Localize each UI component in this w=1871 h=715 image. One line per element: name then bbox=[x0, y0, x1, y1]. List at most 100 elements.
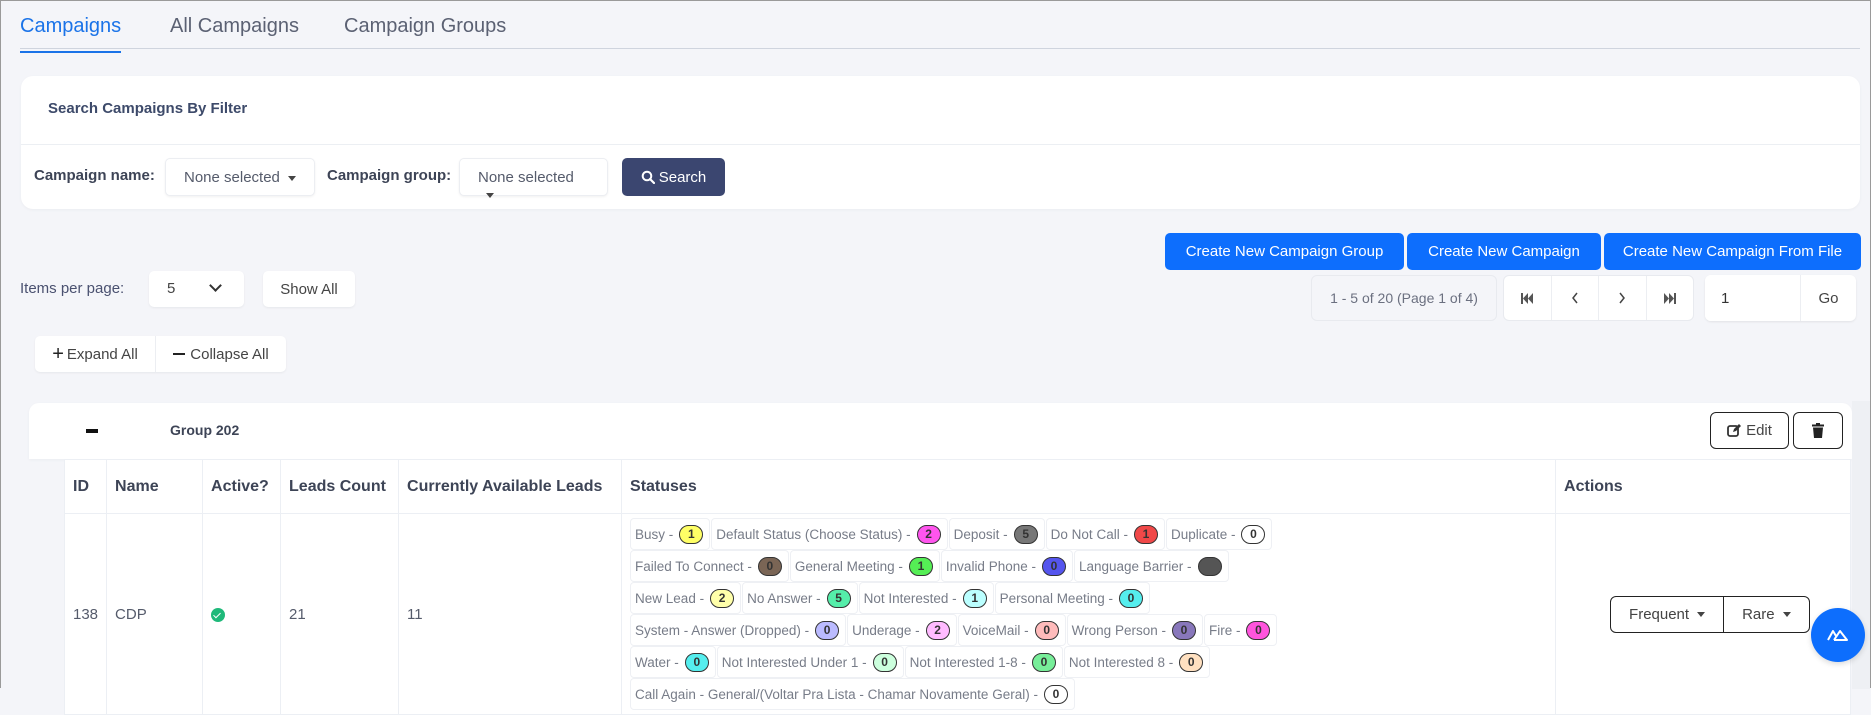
edit-group-button[interactable]: Edit bbox=[1710, 412, 1789, 449]
status-count-badge: 0 bbox=[684, 652, 709, 672]
status-count-badge: 0 bbox=[1031, 652, 1056, 672]
status-count-badge: 1 bbox=[679, 524, 704, 544]
status-label: Fire - bbox=[1208, 622, 1241, 638]
status-chip: Default Status (Choose Status) - 2 bbox=[711, 518, 948, 550]
table-row: 138 CDP 2 1 1 1 Busy - 1 Default Status (Cho… bbox=[63, 513, 1851, 715]
status-chip: Fire - 0 bbox=[1203, 614, 1278, 646]
chevron-down-icon bbox=[209, 279, 222, 292]
cell-statuses: Busy - 1 Default Status (Choose Status) - 2… bbox=[621, 513, 1557, 715]
campaign-name-dropdown[interactable]: None selected bbox=[165, 158, 315, 196]
plus-icon: + bbox=[52, 342, 64, 365]
status-chip: Do Not Call - 1 bbox=[1045, 518, 1165, 550]
status-label: Wrong Person - bbox=[1071, 622, 1166, 638]
frequent-label: Frequent bbox=[1629, 605, 1690, 623]
status-label: Not Interested - bbox=[863, 590, 957, 606]
campaign-group-dropdown[interactable]: None selected bbox=[459, 158, 608, 198]
assistant-icon bbox=[1827, 630, 1848, 641]
caret-down-icon bbox=[486, 192, 494, 198]
search-icon bbox=[641, 170, 655, 184]
items-per-page-select[interactable]: 5 bbox=[149, 271, 244, 307]
campaigns-table: ID Name Active? Leads Count Currently Av… bbox=[63, 459, 1851, 715]
last-page-button[interactable] bbox=[1647, 276, 1694, 320]
rare-dropdown[interactable]: Rare bbox=[1723, 596, 1809, 632]
status-label: Busy - bbox=[635, 526, 674, 542]
create-campaign-from-file-button[interactable]: Create New Campaign From File bbox=[1604, 233, 1861, 270]
search-button[interactable]: Search bbox=[622, 158, 725, 196]
status-chip: Personal Meeting - 0 bbox=[994, 582, 1150, 614]
filter-card: Search Campaigns By Filter Campaign name… bbox=[21, 76, 1860, 209]
status-count-badge: 0 bbox=[1034, 620, 1059, 640]
campaign-group-value: None selected bbox=[478, 169, 574, 186]
status-chip: Wrong Person - 0 bbox=[1066, 614, 1203, 646]
status-label: Do Not Call - bbox=[1050, 526, 1128, 542]
status-count-badge: 1 bbox=[908, 556, 933, 576]
header-name: Name bbox=[106, 459, 204, 514]
expand-all-button[interactable]: + Expand All bbox=[35, 336, 155, 372]
status-label: Invalid Phone - bbox=[945, 558, 1036, 574]
first-page-button[interactable] bbox=[1504, 276, 1552, 320]
status-count-badge bbox=[1197, 556, 1222, 576]
status-count-badge: 0 bbox=[1246, 620, 1271, 640]
status-count-badge: 0 bbox=[1179, 652, 1204, 672]
tab-campaign-groups[interactable]: Campaign Groups bbox=[344, 15, 506, 49]
search-label: Search bbox=[658, 168, 707, 186]
active-check-icon bbox=[211, 607, 226, 622]
status-label: Water - bbox=[635, 654, 679, 670]
chevron-right-icon bbox=[1619, 292, 1626, 304]
last-page-icon bbox=[1664, 292, 1677, 304]
expand-collapse-group: + Expand All Collapse All bbox=[35, 336, 286, 372]
pagination-info: 1 - 5 of 20 (Page 1 of 4) bbox=[1311, 275, 1497, 321]
collapse-all-button[interactable]: Collapse All bbox=[155, 336, 286, 372]
caret-down-icon bbox=[287, 175, 296, 181]
collapse-group-icon[interactable] bbox=[86, 429, 98, 433]
cell-active bbox=[202, 513, 282, 715]
tab-bar: Campaigns All Campaigns Campaign Groups bbox=[20, 11, 1860, 53]
status-chip: Not Interested 8 - 0 bbox=[1063, 646, 1211, 678]
tab-all-campaigns[interactable]: All Campaigns bbox=[170, 15, 299, 49]
header-id: ID bbox=[63, 459, 108, 514]
show-all-button[interactable]: Show All bbox=[263, 271, 355, 307]
create-campaign-group-button[interactable]: Create New Campaign Group bbox=[1165, 233, 1404, 270]
filter-title: Search Campaigns By Filter bbox=[48, 100, 248, 117]
cell-name: CDP bbox=[106, 513, 204, 715]
collapse-all-label: Collapse All bbox=[190, 345, 269, 363]
status-chip: No Answer - 5 bbox=[742, 582, 858, 614]
edit-label: Edit bbox=[1746, 422, 1772, 439]
status-label: No Answer - bbox=[747, 590, 821, 606]
status-label: Call Again - General/(Voltar Pra Lista -… bbox=[635, 686, 1038, 702]
expand-all-label: Expand All bbox=[66, 345, 138, 363]
group-name: Group 202 bbox=[170, 422, 240, 438]
status-count-badge: 0 bbox=[1171, 620, 1196, 640]
status-count-badge: 2 bbox=[710, 588, 735, 608]
cell-actions: Frequent Rare bbox=[1555, 513, 1851, 715]
status-label: Language Barrier - bbox=[1078, 558, 1192, 574]
status-count-badge: 2 bbox=[925, 620, 950, 640]
status-count-badge: 1 bbox=[1133, 524, 1158, 544]
status-chip: Invalid Phone - 0 bbox=[940, 550, 1073, 582]
divider bbox=[21, 144, 1860, 145]
go-button[interactable]: Go bbox=[1800, 275, 1856, 321]
rare-label: Rare bbox=[1742, 605, 1775, 623]
assistant-button[interactable] bbox=[1811, 608, 1865, 662]
prev-page-button[interactable] bbox=[1552, 276, 1599, 320]
create-campaign-button[interactable]: Create New Campaign bbox=[1407, 233, 1601, 270]
table-header-row: ID Name Active? Leads Count Currently Av… bbox=[63, 459, 1851, 514]
status-count-badge: 0 bbox=[757, 556, 782, 576]
frequent-dropdown[interactable]: Frequent bbox=[1611, 597, 1723, 632]
status-chip: Failed To Connect - 0 bbox=[630, 550, 789, 582]
status-chip: Water - 0 bbox=[630, 646, 716, 678]
cell-id: 138 bbox=[63, 513, 108, 715]
status-label: New Lead - bbox=[635, 590, 705, 606]
status-count-badge: 0 bbox=[1043, 684, 1068, 704]
next-page-button[interactable] bbox=[1599, 276, 1647, 320]
status-chip: New Lead - 2 bbox=[630, 582, 742, 614]
status-label: Duplicate - bbox=[1170, 526, 1236, 542]
status-count-badge: 2 bbox=[916, 524, 941, 544]
status-chip: Not Interested 1-8 - 0 bbox=[904, 646, 1063, 678]
page-number-input[interactable] bbox=[1705, 275, 1800, 321]
status-chip: Duplicate - 0 bbox=[1165, 518, 1273, 550]
tab-campaigns[interactable]: Campaigns bbox=[20, 15, 122, 53]
status-count-badge: 0 bbox=[1241, 524, 1266, 544]
delete-group-button[interactable] bbox=[1793, 412, 1843, 449]
status-chip: Language Barrier - bbox=[1073, 550, 1229, 582]
